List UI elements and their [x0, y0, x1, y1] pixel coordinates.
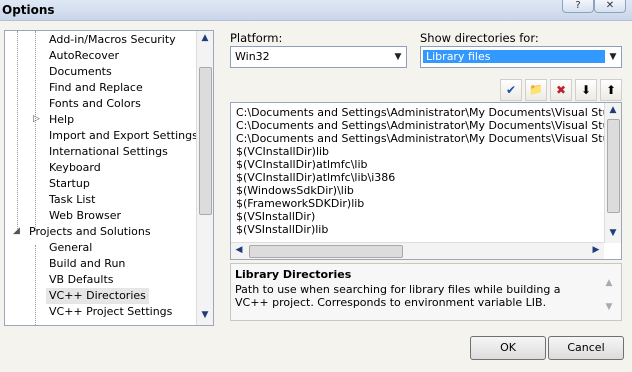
- chevron-down-icon[interactable]: ▼: [605, 47, 621, 67]
- options-tree[interactable]: Add-in/Macros Security AutoRecover Docum…: [4, 30, 214, 326]
- tree-item-task-list[interactable]: Task List: [49, 192, 95, 208]
- tree-item-fonts-and-colors[interactable]: Fonts and Colors: [49, 96, 141, 112]
- scroll-down-icon[interactable]: ▼: [605, 228, 621, 238]
- tree-item-find-and-replace[interactable]: Find and Replace: [49, 80, 143, 96]
- list-vscrollbar[interactable]: ▲ ▼: [604, 103, 621, 243]
- list-hscrollbar[interactable]: ◀ ▶: [231, 242, 604, 259]
- list-vscroll-thumb[interactable]: [607, 119, 620, 213]
- tree-item-vcpp-project-settings[interactable]: VC++ Project Settings: [49, 304, 172, 320]
- close-button[interactable]: ✕: [594, 0, 626, 13]
- tree-item-vcpp-directories[interactable]: VC++ Directories: [46, 288, 149, 304]
- window-title: Options: [2, 3, 55, 17]
- description-panel: Library Directories Path to use when sea…: [230, 263, 622, 321]
- tree-item-documents[interactable]: Documents: [49, 64, 112, 80]
- tree-item-build-and-run[interactable]: Build and Run: [49, 256, 125, 272]
- tree-line: [17, 31, 18, 231]
- tree-item-general[interactable]: General: [49, 240, 92, 256]
- expand-icon[interactable]: ▷: [33, 114, 40, 124]
- list-item[interactable]: $(VCInstallDir)lib: [236, 145, 329, 158]
- delete-icon: ✖: [555, 83, 567, 97]
- tree-line: [35, 31, 36, 231]
- list-item[interactable]: $(FrameworkSDKDir)lib: [236, 197, 364, 210]
- show-directories-select[interactable]: Library files ▼: [420, 46, 622, 68]
- ok-button[interactable]: OK: [470, 336, 546, 360]
- scroll-up-icon[interactable]: ▲: [601, 278, 617, 288]
- show-directories-value: Library files: [423, 50, 605, 63]
- scroll-left-icon[interactable]: ◀: [231, 245, 247, 255]
- list-item[interactable]: $(VCInstallDir)atlmfc\lib\i386: [236, 171, 395, 184]
- arrow-down-icon: ⬇: [580, 83, 592, 97]
- move-down-button[interactable]: ⬇: [575, 79, 597, 101]
- tree-scrollbar[interactable]: ▲ ▼: [196, 31, 213, 325]
- help-icon: ?: [575, 0, 581, 11]
- description-text: Path to use when searching for library f…: [235, 283, 561, 309]
- list-item[interactable]: $(VCInstallDir)atlmfc\lib: [236, 158, 368, 171]
- tree-item-projects-and-solutions[interactable]: Projects and Solutions: [29, 224, 151, 240]
- tree-item-international-settings[interactable]: International Settings: [49, 144, 168, 160]
- close-icon: ✕: [605, 0, 615, 11]
- delete-button[interactable]: ✖: [550, 79, 572, 101]
- new-line-button[interactable]: 📁: [525, 79, 547, 101]
- tree-item-vb-defaults[interactable]: VB Defaults: [49, 272, 114, 288]
- show-directories-label: Show directories for:: [420, 31, 539, 45]
- list-item[interactable]: $(VSInstallDir): [236, 210, 315, 223]
- platform-select[interactable]: Win32 ▼: [230, 46, 407, 68]
- platform-value: Win32: [235, 50, 270, 63]
- list-item[interactable]: C:\Documents and Settings\Administrator\…: [236, 132, 621, 145]
- tree-item-startup[interactable]: Startup: [49, 176, 90, 192]
- collapse-icon[interactable]: ◢: [13, 226, 20, 236]
- scroll-down-icon[interactable]: ▼: [601, 302, 617, 312]
- move-up-button[interactable]: ⬆: [600, 79, 622, 101]
- check-icon: ✔: [505, 83, 517, 97]
- help-button[interactable]: ?: [562, 0, 594, 13]
- tree-scroll-thumb[interactable]: [199, 67, 212, 215]
- list-item[interactable]: C:\Documents and Settings\Administrator\…: [236, 119, 621, 132]
- directories-list[interactable]: C:\Documents and Settings\Administrator\…: [230, 102, 622, 260]
- scroll-up-icon[interactable]: ▲: [197, 33, 213, 43]
- cancel-button[interactable]: Cancel: [548, 336, 624, 360]
- list-item[interactable]: C:\Documents and Settings\Administrator\…: [236, 106, 621, 119]
- new-folder-icon: 📁: [529, 83, 543, 96]
- arrow-up-icon: ⬆: [605, 83, 617, 97]
- scroll-up-icon[interactable]: ▲: [605, 105, 621, 115]
- tree-item-keyboard[interactable]: Keyboard: [49, 160, 101, 176]
- title-bar: Options ? ✕: [0, 0, 632, 21]
- description-title: Library Directories: [235, 268, 352, 281]
- chevron-down-icon[interactable]: ▼: [390, 47, 406, 67]
- tree-item-web-browser[interactable]: Web Browser: [49, 208, 121, 224]
- list-item[interactable]: $(WindowsSdkDir)\lib: [236, 184, 354, 197]
- tree-item-import-export-settings[interactable]: Import and Export Settings: [49, 128, 198, 144]
- list-item[interactable]: $(VSInstallDir)lib: [236, 223, 328, 236]
- tree-item-help[interactable]: Help: [49, 112, 74, 128]
- tree-item-autorecover[interactable]: AutoRecover: [49, 48, 119, 64]
- tree-item-add-in-macros-security[interactable]: Add-in/Macros Security: [49, 32, 176, 48]
- platform-label: Platform:: [230, 31, 283, 45]
- check-button[interactable]: ✔: [500, 79, 522, 101]
- list-hscroll-thumb[interactable]: [249, 245, 403, 258]
- scroll-down-icon[interactable]: ▼: [197, 310, 213, 320]
- tree-line: [35, 245, 36, 325]
- scroll-right-icon[interactable]: ▶: [588, 245, 604, 255]
